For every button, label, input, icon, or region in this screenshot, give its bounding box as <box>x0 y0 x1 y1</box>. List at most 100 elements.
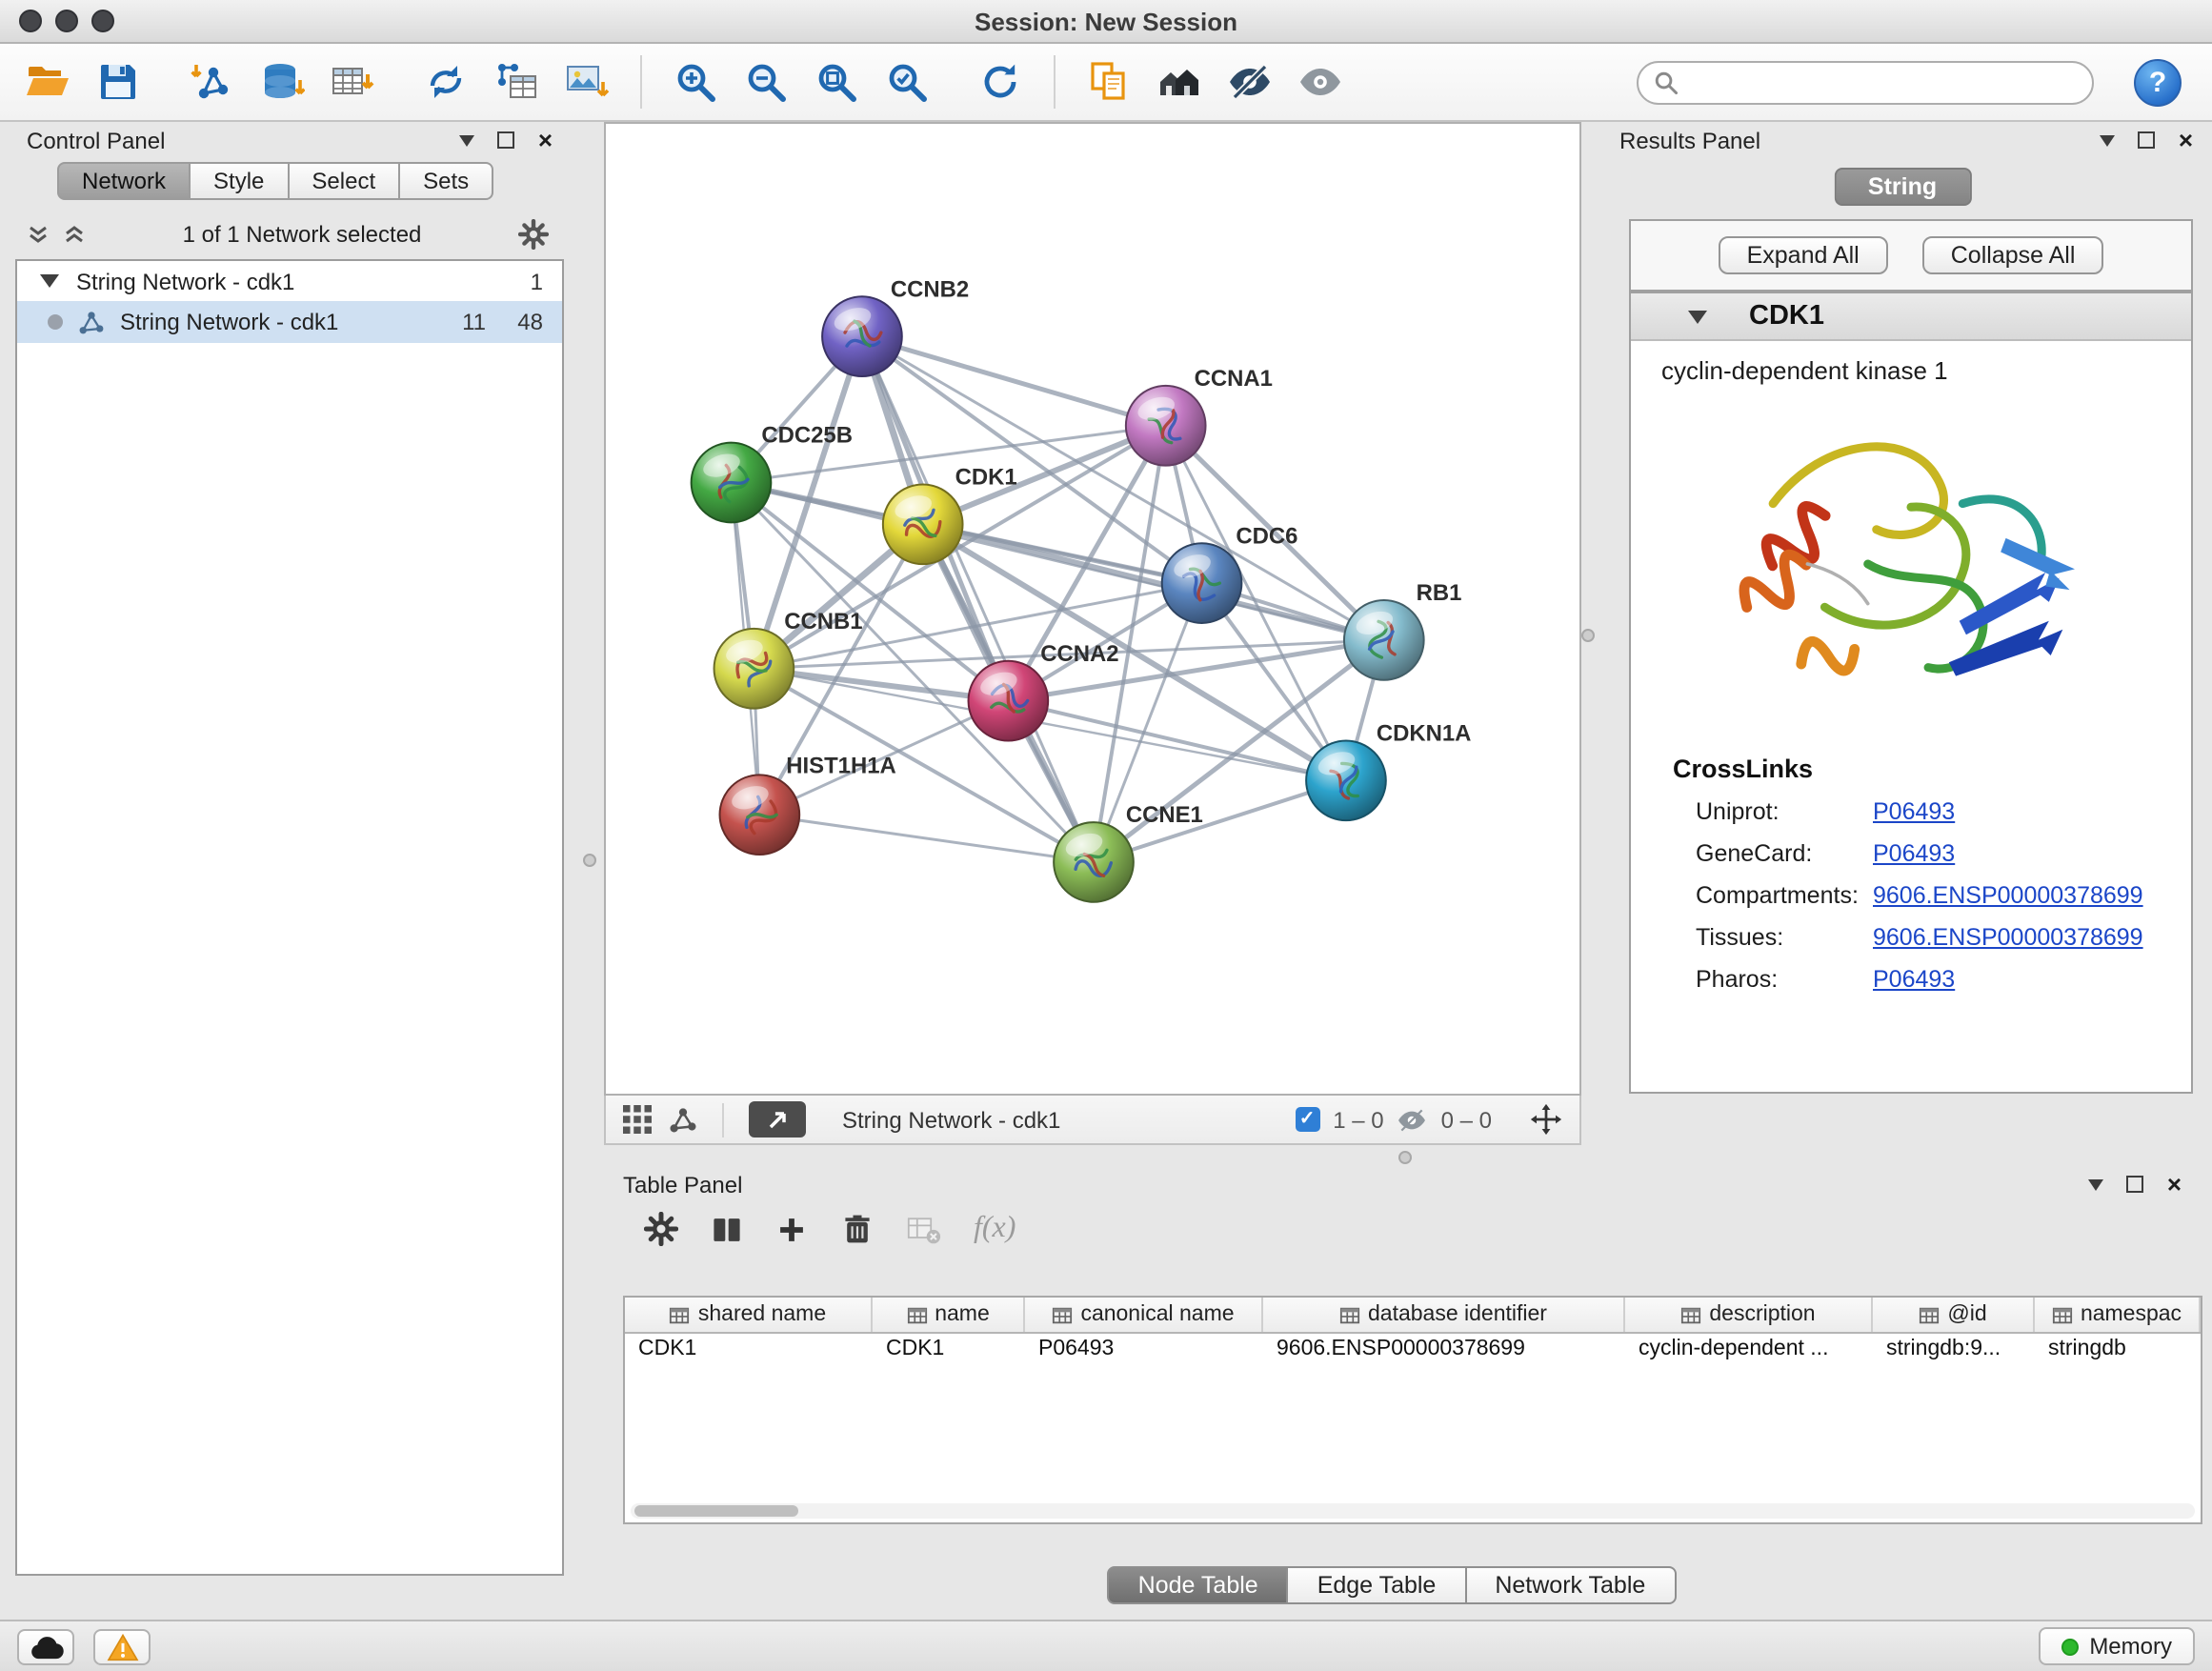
horizontal-splitter-handle[interactable] <box>1398 1151 1412 1164</box>
import-database-icon[interactable] <box>257 57 307 107</box>
network-graph[interactable]: CCNB2CCNA1CDC25BCDK1CDC6RB1CCNB1CCNA2CDK… <box>606 124 1579 1094</box>
tab-network-table[interactable]: Network Table <box>1464 1566 1676 1604</box>
table-cell[interactable]: 9606.ENSP00000378699 <box>1263 1334 1625 1368</box>
crosslink-link[interactable]: P06493 <box>1873 798 1955 825</box>
tab-style[interactable]: Style <box>189 162 289 200</box>
export-table-icon[interactable] <box>492 57 541 107</box>
panel-close-icon[interactable]: × <box>538 128 553 152</box>
network-node-RB1[interactable]: RB1 <box>1344 580 1462 680</box>
save-session-icon[interactable] <box>93 57 143 107</box>
pan-move-icon[interactable] <box>1530 1103 1562 1136</box>
left-splitter-handle[interactable] <box>583 854 596 867</box>
open-session-icon[interactable] <box>23 57 72 107</box>
collapse-all-button[interactable]: Collapse All <box>1922 236 2104 274</box>
hide-selected-icon[interactable] <box>1225 57 1275 107</box>
disclosure-triangle-icon[interactable] <box>40 274 59 288</box>
panel-float-icon[interactable] <box>498 131 515 149</box>
crosslink-link[interactable]: P06493 <box>1873 840 1955 867</box>
selected-checkbox[interactable]: ✓ <box>1295 1107 1319 1132</box>
scrollbar-thumb[interactable] <box>634 1505 798 1517</box>
add-column-icon[interactable] <box>775 1213 808 1245</box>
expand-all-button[interactable]: Expand All <box>1719 236 1888 274</box>
network-edge[interactable] <box>862 336 1166 426</box>
import-table-icon[interactable] <box>328 57 377 107</box>
network-edge[interactable] <box>862 336 1094 862</box>
crosslink-link[interactable]: P06493 <box>1873 966 1955 993</box>
tab-network[interactable]: Network <box>57 162 191 200</box>
table-cell[interactable]: stringdb <box>2035 1334 2201 1368</box>
network-node-CCNA1[interactable]: CCNA1 <box>1126 366 1273 466</box>
copy-document-icon[interactable] <box>1084 57 1134 107</box>
panel-float-icon[interactable] <box>2139 131 2156 149</box>
gene-section-header[interactable]: CDK1 <box>1631 293 2191 341</box>
grid-view-icon[interactable] <box>623 1105 652 1134</box>
home-networks-icon[interactable] <box>1155 57 1204 107</box>
crosslink-label: Pharos: <box>1696 966 1873 993</box>
network-node-CDKN1A[interactable]: CDKN1A <box>1306 720 1471 820</box>
column-header[interactable]: @id <box>1873 1298 2035 1332</box>
hidden-eye-icon[interactable] <box>1398 1108 1428 1131</box>
cloud-status-button[interactable] <box>17 1628 74 1664</box>
network-row-selected[interactable]: String Network - cdk1 11 48 <box>17 301 562 343</box>
import-network-icon[interactable] <box>187 57 236 107</box>
column-header[interactable]: name <box>873 1298 1025 1332</box>
column-header[interactable]: namespac <box>2035 1298 2201 1332</box>
table-cell[interactable]: CDK1 <box>625 1334 873 1368</box>
expand-all-icon[interactable] <box>63 222 86 245</box>
crosslink-link[interactable]: 9606.ENSP00000378699 <box>1873 924 2143 951</box>
network-node-label: CDKN1A <box>1377 720 1472 746</box>
panel-menu-icon[interactable] <box>2089 1178 2104 1190</box>
help-icon[interactable]: ? <box>2134 58 2182 106</box>
string-tab-badge[interactable]: String <box>1834 168 1971 206</box>
gear-icon[interactable] <box>518 218 549 249</box>
panel-close-icon[interactable]: × <box>2179 128 2193 152</box>
tab-edge-table[interactable]: Edge Table <box>1287 1566 1467 1604</box>
network-node-HIST1H1A[interactable]: HIST1H1A <box>720 753 896 855</box>
disclosure-triangle-icon[interactable] <box>1688 310 1707 323</box>
network-edge[interactable] <box>759 815 1094 862</box>
column-header[interactable]: shared name <box>625 1298 873 1332</box>
export-network-icon[interactable] <box>421 57 471 107</box>
crosslink-link[interactable]: 9606.ENSP00000378699 <box>1873 882 2143 909</box>
table-cell[interactable]: stringdb:9... <box>1873 1334 2035 1368</box>
network-node-CCNE1[interactable]: CCNE1 <box>1054 802 1203 902</box>
column-header[interactable]: description <box>1625 1298 1873 1332</box>
zoom-out-icon[interactable] <box>741 57 791 107</box>
collapse-all-icon[interactable] <box>27 222 50 245</box>
memory-button[interactable]: Memory <box>2038 1627 2195 1665</box>
zoom-in-icon[interactable] <box>671 57 720 107</box>
panel-close-icon[interactable]: × <box>2167 1172 2182 1197</box>
table-cell[interactable]: P06493 <box>1025 1334 1263 1368</box>
network-node-CDC25B[interactable]: CDC25B <box>692 423 853 523</box>
search-input[interactable] <box>1688 69 2077 95</box>
export-image-icon[interactable] <box>562 57 612 107</box>
column-header[interactable]: canonical name <box>1025 1298 1263 1332</box>
zoom-selected-icon[interactable] <box>882 57 932 107</box>
close-window-icon[interactable] <box>19 10 42 32</box>
tab-select[interactable]: Select <box>287 162 400 200</box>
warnings-button[interactable] <box>93 1628 151 1664</box>
column-header[interactable]: database identifier <box>1263 1298 1625 1332</box>
panel-menu-icon[interactable] <box>460 134 475 146</box>
birdseye-view-button[interactable] <box>749 1101 806 1137</box>
zoom-fit-icon[interactable] <box>812 57 861 107</box>
network-canvas[interactable]: CCNB2CCNA1CDC25BCDK1CDC6RB1CCNB1CCNA2CDK… <box>604 122 1581 1096</box>
tab-node-table[interactable]: Node Table <box>1108 1566 1289 1604</box>
network-node-CCNB1[interactable]: CCNB1 <box>714 609 863 709</box>
network-node-CDK1[interactable]: CDK1 <box>883 465 1017 565</box>
table-row[interactable]: CDK1 CDK1 P06493 9606.ENSP00000378699 cy… <box>625 1334 2201 1368</box>
tab-sets[interactable]: Sets <box>398 162 493 200</box>
table-settings-gear-icon[interactable] <box>644 1212 678 1246</box>
zoom-window-icon[interactable] <box>91 10 114 32</box>
minimize-window-icon[interactable] <box>55 10 78 32</box>
show-all-icon[interactable] <box>1296 57 1345 107</box>
show-columns-icon[interactable] <box>711 1213 743 1245</box>
table-cell[interactable]: cyclin-dependent ... <box>1625 1334 1873 1368</box>
panel-float-icon[interactable] <box>2127 1176 2144 1193</box>
table-cell[interactable]: CDK1 <box>873 1334 1025 1368</box>
network-collection-row[interactable]: String Network - cdk1 1 <box>17 261 562 301</box>
network-view-icon[interactable] <box>669 1105 697 1134</box>
delete-column-icon[interactable] <box>840 1212 875 1246</box>
panel-menu-icon[interactable] <box>2101 134 2116 146</box>
refresh-view-icon[interactable] <box>975 57 1025 107</box>
